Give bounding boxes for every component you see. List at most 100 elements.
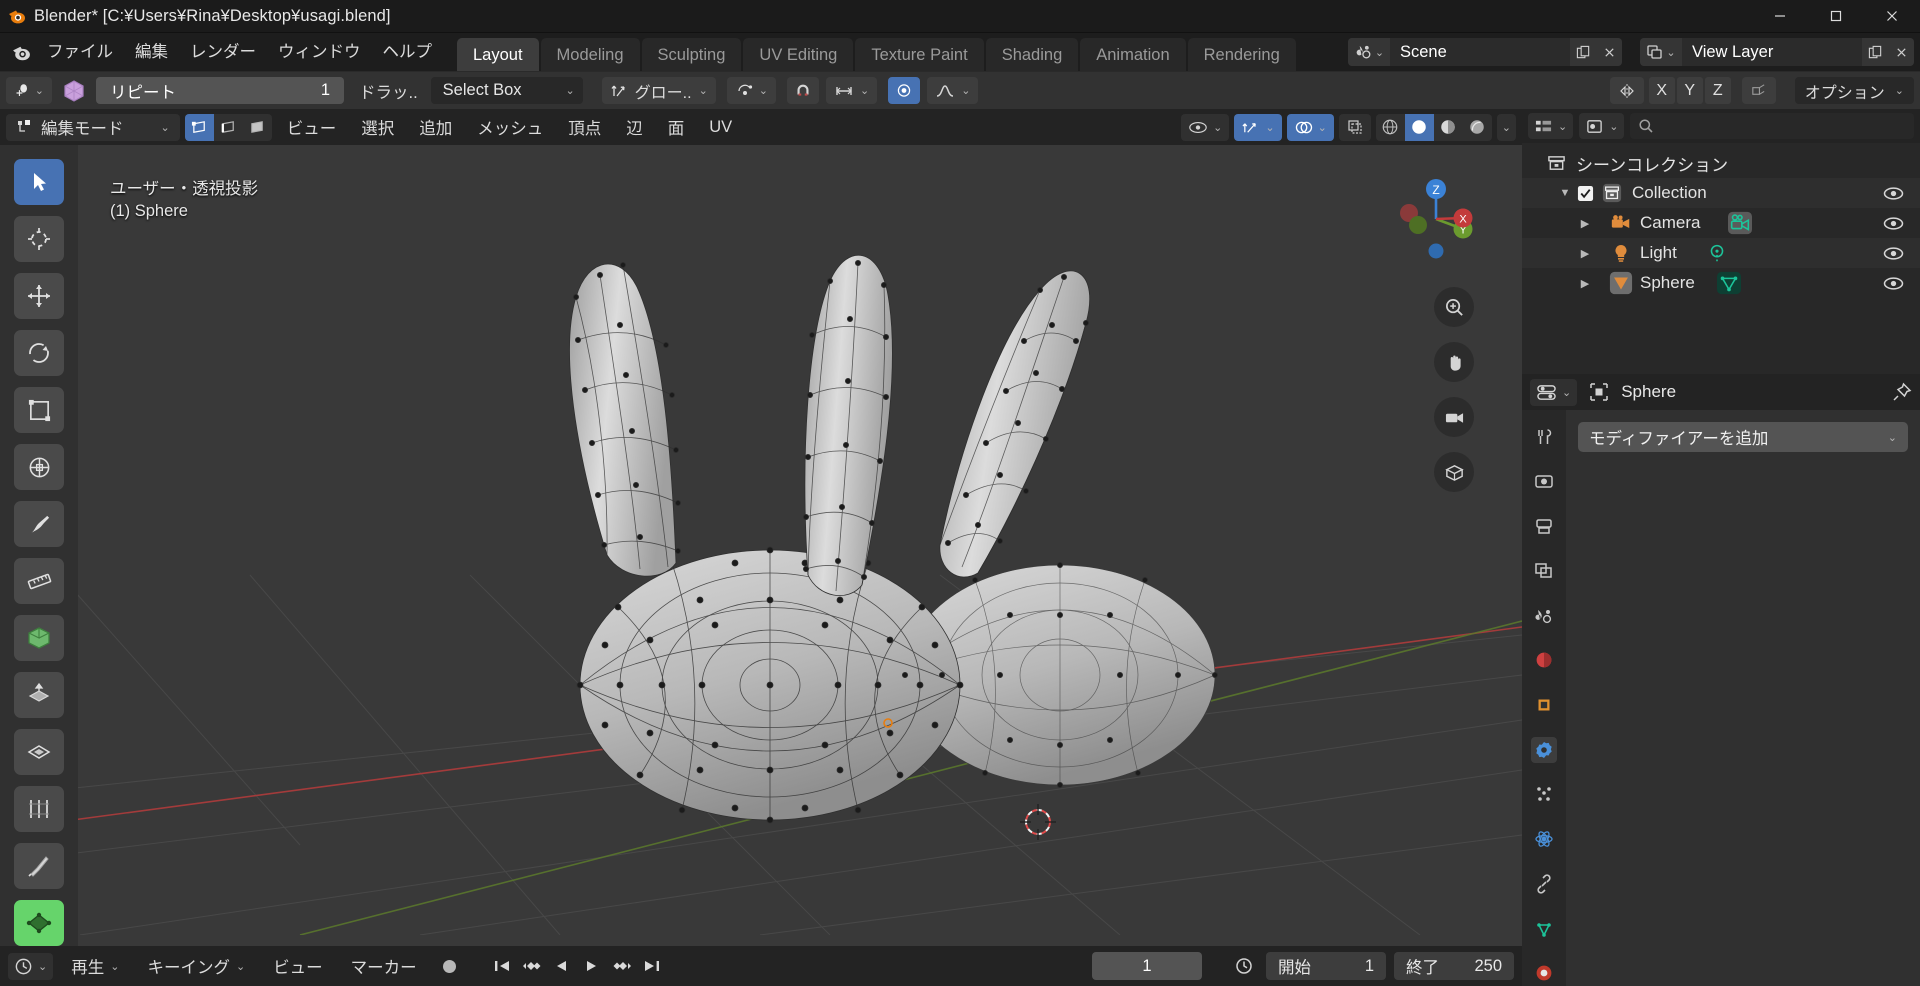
- output-tab-icon[interactable]: [1531, 513, 1557, 539]
- new-viewlayer-button[interactable]: [1862, 38, 1888, 66]
- constraints-tab-icon[interactable]: [1531, 871, 1557, 897]
- mirror-axis-z[interactable]: Z: [1704, 77, 1731, 104]
- correct-face-attributes-toggle[interactable]: [1741, 77, 1776, 104]
- play-reverse-icon[interactable]: [547, 952, 577, 980]
- jump-start-icon[interactable]: [487, 952, 517, 980]
- eye-icon[interactable]: [1883, 186, 1904, 201]
- workspace-tab-texture-paint[interactable]: Texture Paint: [855, 38, 984, 71]
- timeline-menu-keying[interactable]: キーイング ⌄: [137, 953, 255, 980]
- close-button[interactable]: [1864, 0, 1920, 33]
- timeline-editor-type-button[interactable]: ⌄: [8, 952, 54, 980]
- viewport-menu-vertex[interactable]: 頂点: [558, 114, 611, 141]
- mode-dropdown[interactable]: 編集モード ⌄: [6, 113, 180, 141]
- camera-data-icon[interactable]: [1722, 211, 1758, 235]
- viewport-menu-select[interactable]: 選択: [351, 114, 404, 141]
- transform-tool-icon[interactable]: [14, 444, 64, 490]
- inset-faces-tool-icon[interactable]: [14, 729, 64, 775]
- menu-edit[interactable]: 編集: [124, 38, 179, 66]
- modifier-tab-icon[interactable]: [1531, 736, 1557, 763]
- expand-triangle-icon[interactable]: ▶: [1578, 247, 1592, 260]
- viewlayer-name[interactable]: View Layer: [1682, 38, 1862, 66]
- workspace-tab-animation[interactable]: Animation: [1080, 38, 1186, 71]
- falloff-dropdown[interactable]: ⌄: [927, 77, 979, 104]
- outliner-row-collection[interactable]: ▼ Collection: [1522, 178, 1920, 208]
- move-tool-icon[interactable]: [14, 273, 64, 319]
- collection-checkbox[interactable]: [1572, 185, 1598, 202]
- workspace-tab-sculpting[interactable]: Sculpting: [641, 38, 742, 71]
- viewport-menu-face[interactable]: 面: [658, 114, 695, 141]
- particles-tab-icon[interactable]: [1531, 782, 1557, 808]
- workspace-tab-modeling[interactable]: Modeling: [540, 38, 640, 71]
- scene-name[interactable]: Scene: [1390, 38, 1570, 66]
- viewport-menu-uv[interactable]: UV: [699, 114, 742, 141]
- expand-triangle-icon[interactable]: ▶: [1578, 217, 1592, 230]
- toggle-ortho-icon[interactable]: [1434, 452, 1474, 492]
- minimize-button[interactable]: [1752, 0, 1808, 33]
- outliner-filter-button[interactable]: ⌄: [1579, 113, 1625, 139]
- pin-icon[interactable]: [1892, 382, 1912, 402]
- eye-icon[interactable]: [1883, 216, 1904, 231]
- outliner-search-input[interactable]: [1630, 113, 1914, 139]
- outliner-row-camera[interactable]: ▶ Camera: [1522, 208, 1920, 238]
- pan-hand-icon[interactable]: [1434, 342, 1474, 382]
- select-mode-dropdown[interactable]: Select Box ⌄: [430, 77, 583, 104]
- timeline-menu-marker[interactable]: マーカー: [341, 953, 427, 980]
- mesh-data-icon[interactable]: [1711, 271, 1747, 295]
- blender-menu-icon[interactable]: [6, 37, 36, 67]
- outliner-display-mode-button[interactable]: ⌄: [1528, 113, 1574, 139]
- light-data-icon[interactable]: [1699, 241, 1735, 265]
- measure-tool-icon[interactable]: [14, 558, 64, 604]
- render-tab-icon[interactable]: [1531, 469, 1557, 495]
- options-dropdown[interactable]: オプション ⌄: [1794, 77, 1914, 104]
- wireframe-shading-icon[interactable]: [1376, 114, 1405, 141]
- workspace-tab-rendering[interactable]: Rendering: [1187, 38, 1296, 71]
- menu-window[interactable]: ウィンドウ: [267, 38, 372, 66]
- repeat-field[interactable]: リピート 1: [96, 77, 344, 104]
- maximize-button[interactable]: [1808, 0, 1864, 33]
- mirror-axis-y[interactable]: Y: [1676, 77, 1703, 104]
- viewport-menu-mesh[interactable]: メッシュ: [467, 114, 553, 141]
- outliner-row-scene-collection[interactable]: シーンコレクション: [1522, 148, 1920, 178]
- eye-icon[interactable]: [1883, 276, 1904, 291]
- menu-file[interactable]: ファイル: [36, 38, 124, 66]
- object-tab-icon[interactable]: [1531, 692, 1557, 718]
- tweak-tool-icon[interactable]: [14, 159, 64, 205]
- outliner-row-sphere[interactable]: ▶ Sphere: [1522, 268, 1920, 298]
- cursor-tool-icon[interactable]: [14, 216, 64, 262]
- remove-viewlayer-button[interactable]: [1888, 38, 1914, 66]
- material-tab-icon[interactable]: [1531, 960, 1557, 986]
- workspace-tab-uv-editing[interactable]: UV Editing: [743, 38, 854, 71]
- menu-render[interactable]: レンダー: [179, 38, 267, 66]
- physics-tab-icon[interactable]: [1531, 826, 1557, 852]
- shading-options-dropdown[interactable]: ⌄: [1496, 113, 1516, 141]
- scene-tab-icon[interactable]: [1531, 603, 1557, 629]
- gizmo-dropdown[interactable]: ⌄: [1234, 113, 1282, 141]
- annotate-tool-icon[interactable]: [14, 501, 64, 547]
- edge-select-icon[interactable]: [214, 114, 243, 141]
- navigation-gizmo[interactable]: Z Y X: [1384, 167, 1488, 271]
- loop-cut-tool-icon[interactable]: [14, 786, 64, 832]
- viewport-canvas[interactable]: ユーザー・透視投影 (1) Sphere Z Y X: [0, 145, 1522, 946]
- pivot-point-dropdown[interactable]: ⌄: [726, 77, 777, 104]
- scene-selector[interactable]: ⌄ Scene: [1348, 38, 1622, 66]
- prev-keyframe-icon[interactable]: [517, 952, 547, 980]
- active-tool-icon[interactable]: ⌄: [6, 77, 52, 104]
- frame-end-field[interactable]: 終了 250: [1394, 952, 1514, 980]
- viewport-menu-add[interactable]: 追加: [409, 114, 462, 141]
- scale-tool-icon[interactable]: [14, 387, 64, 433]
- viewport-menu-edge[interactable]: 辺: [616, 114, 653, 141]
- snap-magnet-toggle[interactable]: [787, 77, 820, 104]
- timeline-menu-playback[interactable]: 再生 ⌄: [61, 953, 129, 980]
- unlink-scene-button[interactable]: [1596, 38, 1622, 66]
- snap-settings-dropdown[interactable]: ⌄: [826, 77, 878, 104]
- world-tab-icon[interactable]: [1531, 647, 1557, 673]
- tool-tab-icon[interactable]: [1531, 424, 1557, 450]
- expand-triangle-icon[interactable]: ▶: [1578, 277, 1592, 290]
- record-icon[interactable]: [435, 952, 465, 980]
- workspace-tab-layout[interactable]: Layout: [457, 38, 539, 71]
- frame-start-field[interactable]: 開始 1: [1266, 952, 1386, 980]
- mirror-axis-x[interactable]: X: [1648, 77, 1675, 104]
- current-frame-field[interactable]: 1: [1092, 952, 1202, 980]
- menu-help[interactable]: ヘルプ: [372, 38, 444, 66]
- visibility-dropdown[interactable]: ⌄: [1181, 113, 1230, 141]
